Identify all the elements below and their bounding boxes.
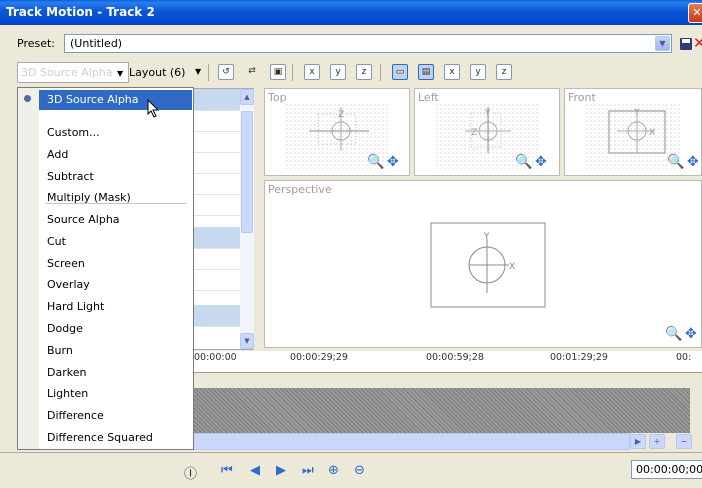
- view-multi-icon[interactable]: ▤: [418, 64, 434, 80]
- axis-label-x: X: [649, 128, 655, 138]
- undo-icon[interactable]: ↺: [218, 64, 234, 80]
- layout-dropdown[interactable]: Layout (6): [129, 66, 185, 79]
- preset-row: Preset: (Untitled) ▼ ✕: [0, 31, 702, 57]
- scroll-right-button[interactable]: ▶: [630, 434, 646, 449]
- preset-combobox[interactable]: (Untitled) ▼: [64, 34, 672, 53]
- timeline-ruler[interactable]: 00:00:00 00:00:29;29 00:00:59;28 00:01:2…: [180, 351, 702, 373]
- chevron-down-icon[interactable]: ▼: [655, 36, 670, 51]
- last-keyframe-icon[interactable]: ⏭: [302, 463, 314, 478]
- chevron-down-icon[interactable]: ▼: [195, 67, 201, 76]
- dropdown-item-dodge[interactable]: Dodge: [39, 319, 192, 339]
- chevron-down-icon[interactable]: ▼: [117, 69, 123, 78]
- zoom-icon[interactable]: 🔍: [667, 154, 684, 170]
- mouse-cursor-icon: [147, 99, 160, 118]
- menu-gutter: [18, 88, 39, 449]
- first-keyframe-icon[interactable]: ⏮: [221, 463, 233, 478]
- timeline-tick-label: 00:01:29;29: [550, 352, 608, 363]
- next-keyframe-icon[interactable]: ▶: [276, 463, 286, 478]
- dropdown-item-3d-source-alpha[interactable]: 3D Source Alpha: [39, 90, 192, 110]
- close-icon[interactable]: ✕: [688, 3, 702, 23]
- timeline-tick-label: 00:00:00: [194, 352, 237, 363]
- 3d-box-icon[interactable]: ▣: [270, 64, 286, 80]
- pan-icon[interactable]: ✥: [387, 154, 399, 170]
- toolbar-separator: [380, 64, 381, 81]
- dropdown-item-burn[interactable]: Burn: [39, 341, 192, 361]
- dropdown-item-cut[interactable]: Cut: [39, 232, 192, 252]
- list-scrollbar[interactable]: ▲ ▼: [240, 89, 254, 349]
- toolbar: 3D Source Alpha ▼ Layout (6) ▼ ↺ ⇄ ▣ x y…: [0, 60, 702, 86]
- scroll-thumb[interactable]: [241, 111, 253, 233]
- viewport-top[interactable]: Top Z 🔍 ✥: [264, 88, 410, 176]
- timeline-track-area[interactable]: [180, 388, 690, 433]
- save-preset-icon[interactable]: [680, 38, 692, 50]
- prev-keyframe-icon[interactable]: ◀: [250, 463, 260, 478]
- zoom-out-icon[interactable]: −: [676, 434, 692, 449]
- zoom-icon[interactable]: 🔍: [515, 154, 532, 170]
- rotate-z-icon[interactable]: z: [356, 64, 372, 80]
- dropdown-item-overlay[interactable]: Overlay: [39, 275, 192, 295]
- dropdown-item-darken[interactable]: Darken: [39, 363, 192, 383]
- zoom-icon[interactable]: 🔍: [367, 154, 384, 170]
- viewport-left[interactable]: Left Y Z 🔍 ✥: [414, 88, 560, 176]
- timeline-scrollbar[interactable]: [190, 433, 630, 450]
- timeline-tick-label: 00:: [676, 352, 692, 363]
- zoom-icon[interactable]: 🔍: [665, 326, 682, 342]
- dropdown-item-lighten[interactable]: Lighten: [39, 384, 192, 404]
- dropdown-item-subtract[interactable]: Subtract: [39, 167, 192, 187]
- preset-value: (Untitled): [70, 37, 123, 50]
- viewport-gizmo: Y X: [430, 222, 546, 308]
- dropdown-item-hard-light[interactable]: Hard Light: [39, 297, 192, 317]
- window-title: Track Motion - Track 2: [6, 5, 155, 19]
- delete-preset-icon[interactable]: ✕: [693, 34, 702, 52]
- axis-label-z: Z: [338, 110, 344, 120]
- preset-label: Preset:: [17, 37, 56, 50]
- window-title-bar: Track Motion - Track 2 ✕: [0, 0, 702, 25]
- scroll-up-button[interactable]: ▲: [240, 89, 254, 105]
- dropdown-item-difference[interactable]: Difference: [39, 406, 192, 426]
- transport-bar: Ⓘ ⏮ ◀ ▶ ⏭ ⊕ ⊖ 00:00:00;00: [0, 452, 702, 488]
- blend-mode-value: 3D Source Alpha: [21, 66, 113, 79]
- pan-icon[interactable]: ✥: [687, 154, 699, 170]
- move-tool-icon[interactable]: ⇄: [244, 64, 260, 80]
- axis-label-y: Y: [633, 108, 640, 118]
- add-keyframe-icon[interactable]: ⊕: [328, 463, 339, 478]
- delete-keyframe-icon[interactable]: ⊖: [354, 463, 365, 478]
- axis-label-y: Y: [483, 232, 490, 242]
- viewport-front[interactable]: Front Y X 🔍 ✥: [564, 88, 702, 176]
- radio-selected-icon: [24, 95, 31, 102]
- timecode-value: 00:00:00;00: [636, 463, 702, 476]
- pan-icon[interactable]: ✥: [535, 154, 547, 170]
- axis-label-x: X: [509, 262, 515, 272]
- lock-x-icon[interactable]: x: [444, 64, 460, 80]
- rotate-y-icon[interactable]: y: [330, 64, 346, 80]
- lock-envelope-icon[interactable]: Ⓘ: [184, 463, 197, 482]
- dropdown-item-source-alpha[interactable]: Source Alpha: [39, 210, 192, 230]
- dropdown-item-add[interactable]: Add: [39, 145, 192, 165]
- dropdown-item-screen[interactable]: Screen: [39, 254, 192, 274]
- dropdown-item-custom[interactable]: Custom...: [39, 123, 192, 143]
- pan-icon[interactable]: ✥: [685, 326, 697, 342]
- timecode-field[interactable]: 00:00:00;00: [631, 460, 702, 479]
- axis-label-y: Y: [484, 109, 491, 119]
- axis-label-z: Z: [471, 128, 477, 138]
- lock-y-icon[interactable]: y: [470, 64, 486, 80]
- timeline-tick-label: 00:00:59;28: [426, 352, 484, 363]
- toolbar-separator: [208, 64, 209, 81]
- rotate-x-icon[interactable]: x: [304, 64, 320, 80]
- viewport-perspective[interactable]: Perspective Y X 🔍 ✥: [264, 180, 702, 348]
- toolbar-separator: [292, 64, 293, 81]
- dropdown-item-difference-squared[interactable]: Difference Squared: [39, 428, 192, 448]
- lock-z-icon[interactable]: z: [496, 64, 512, 80]
- timeline-tick-label: 00:00:29;29: [290, 352, 348, 363]
- blend-mode-dropdown: 3D Source Alpha Custom... Add Subtract M…: [17, 87, 194, 450]
- dropdown-item-multiply[interactable]: Multiply (Mask): [39, 188, 192, 208]
- view-single-icon[interactable]: ▭: [392, 64, 408, 80]
- scroll-down-button[interactable]: ▼: [240, 333, 254, 349]
- zoom-in-icon[interactable]: +: [649, 434, 665, 449]
- blend-mode-combobox[interactable]: 3D Source Alpha ▼: [17, 62, 129, 83]
